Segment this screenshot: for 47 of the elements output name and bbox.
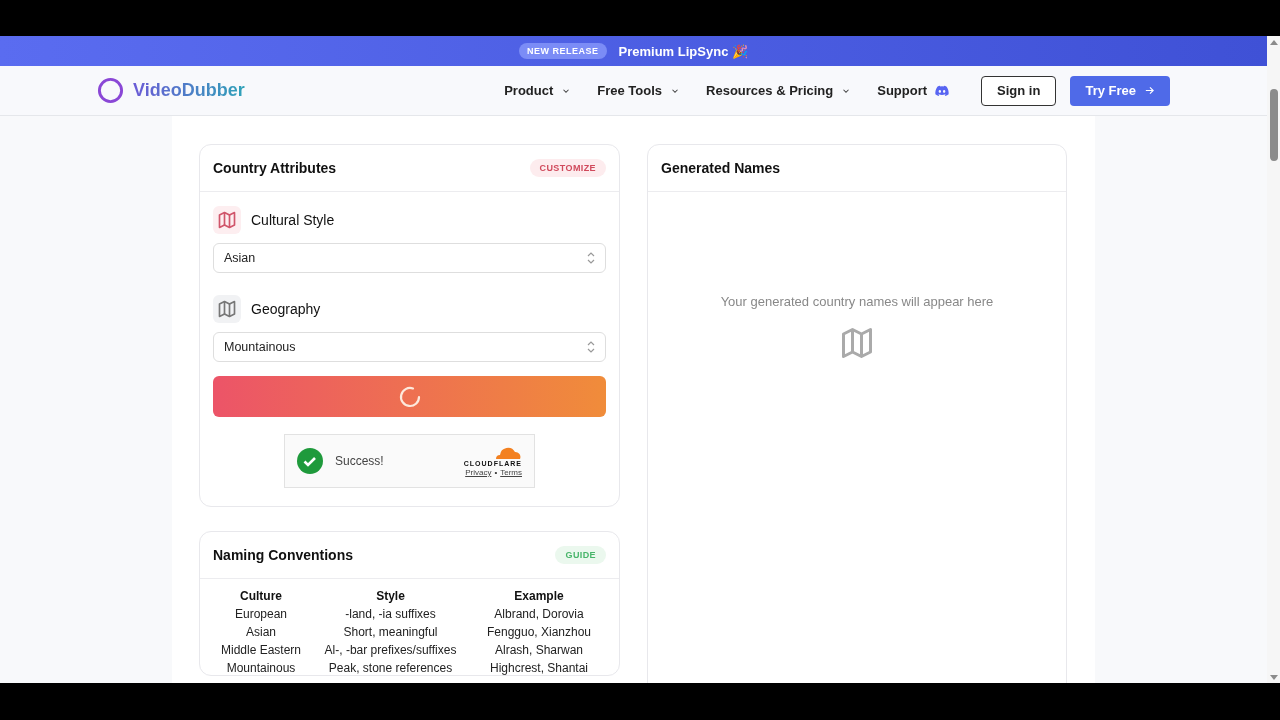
try-free-button[interactable]: Try Free: [1070, 75, 1170, 106]
table-cell-text: Mountainous: [225, 661, 297, 675]
table-cell-text: Albrand, Dorovia: [493, 607, 585, 621]
column-header: Culture: [239, 589, 283, 603]
nav-link[interactable]: Free Tools: [597, 83, 681, 98]
column-header: Example: [513, 589, 565, 603]
up-down-icon: [587, 341, 595, 353]
card-title: Country Attributes: [213, 160, 337, 176]
table-cell-text: -land, -ia suffixes: [344, 607, 437, 621]
guide-tag: GUIDE: [555, 546, 606, 564]
table-cell-text: Highcrest, Shantai: [488, 661, 590, 675]
select-field[interactable]: Asian: [213, 243, 606, 273]
table-cell-text: Middle Eastern: [219, 643, 302, 657]
logo-icon[interactable]: [97, 77, 124, 104]
table-cell-text: Peak, stone references: [327, 661, 454, 675]
table-cell-text: European: [233, 607, 288, 621]
table-cell-text: Al-, -bar prefixes/suffixes: [323, 643, 458, 657]
separator-dot: •: [494, 468, 498, 477]
sign-in-button[interactable]: Sign in: [981, 75, 1057, 106]
success-check-icon: [297, 448, 323, 474]
customize-tag: CUSTOMIZE: [529, 159, 606, 177]
arrow-right-icon: [1144, 85, 1155, 96]
discord-icon: [935, 84, 950, 97]
column-header: Style: [375, 589, 406, 603]
select-field[interactable]: Mountainous: [213, 332, 606, 362]
loading-spinner-icon: [397, 384, 422, 409]
release-badge: NEW RELEASE: [519, 43, 607, 59]
table-cell-text: Alrash, Sharwan: [493, 643, 584, 657]
nav-link[interactable]: Resources & Pricing: [706, 83, 852, 98]
empty-state-text: Your generated country names will appear here: [720, 294, 994, 309]
captcha-status: Success!: [335, 454, 384, 468]
card-title: Generated Names: [661, 160, 781, 176]
announcement-bar[interactable]: NEW RELEASE Premium LipSync 🎉: [0, 36, 1267, 66]
captcha-link[interactable]: Terms: [500, 468, 522, 477]
captcha-link[interactable]: Privacy: [465, 468, 492, 477]
table-cell-text: Asian: [245, 625, 277, 639]
table-cell-text: Short, meaningful: [342, 625, 439, 639]
nav-link[interactable]: Product: [504, 83, 572, 98]
table-cell-text: Fengguo, Xianzhou: [485, 625, 593, 639]
card-title: Naming Conventions: [213, 547, 353, 563]
up-down-icon: [587, 252, 595, 264]
field-label: Geography: [251, 301, 321, 317]
field-label: Cultural Style: [251, 212, 335, 228]
announcement-text: Premium LipSync 🎉: [618, 43, 748, 59]
map-icon: [839, 325, 875, 361]
nav-link[interactable]: Support: [877, 83, 950, 98]
scrollbar[interactable]: [1267, 36, 1280, 683]
